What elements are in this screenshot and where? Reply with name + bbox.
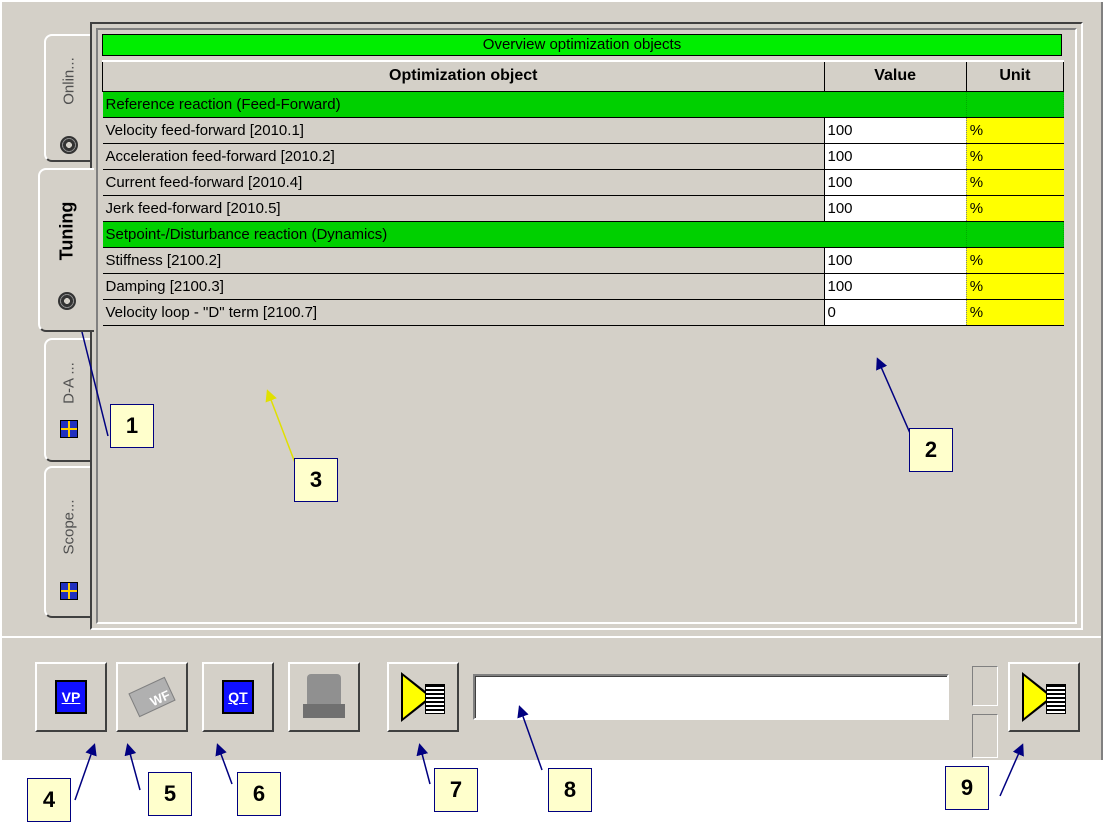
status-field[interactable]: [473, 674, 949, 720]
group-label: Reference reaction (Feed-Forward): [102, 91, 825, 118]
table-row[interactable]: Damping [2100.3] 100 %: [102, 273, 1064, 300]
unit-cell: %: [966, 247, 1064, 274]
table-header: Optimization object Value Unit: [102, 60, 1065, 92]
group-row: Setpoint-/Disturbance reaction (Dynamics…: [102, 221, 1065, 248]
tab-tuning-label: Tuning: [56, 201, 77, 261]
callout-5: 5: [148, 772, 192, 816]
value-field[interactable]: 100: [824, 247, 967, 274]
object-name: Jerk feed-forward [2010.5]: [102, 195, 825, 222]
qt-icon: QT: [222, 680, 254, 714]
table-row[interactable]: Jerk feed-forward [2010.5] 100 %: [102, 195, 1064, 222]
unit-cell: %: [966, 273, 1064, 300]
callout-3: 3: [294, 458, 338, 502]
tab-online[interactable]: Onlin...: [44, 34, 92, 162]
tab-scope[interactable]: Scope...: [44, 466, 92, 618]
play-list-icon: [401, 672, 445, 722]
wf-button[interactable]: WF: [116, 662, 188, 732]
callout-7: 7: [434, 768, 478, 812]
wf-chip-label: WF: [128, 676, 176, 718]
value-field[interactable]: 100: [824, 117, 967, 144]
callout-4: 4: [27, 778, 71, 822]
unit-cell: %: [966, 299, 1064, 326]
tuning-window: Onlin... Tuning D-A ... Scope... Overvie…: [0, 0, 1103, 760]
group-label: Setpoint-/Disturbance reaction (Dynamics…: [102, 221, 825, 248]
unit-cell: %: [966, 169, 1064, 196]
object-name: Stiffness [2100.2]: [102, 247, 825, 274]
value-field[interactable]: 100: [824, 273, 967, 300]
table-row[interactable]: Current feed-forward [2010.4] 100 %: [102, 169, 1064, 196]
chip-icon: WF: [128, 676, 176, 718]
object-name: Velocity feed-forward [2010.1]: [102, 117, 825, 144]
grid-icon: [60, 420, 78, 438]
play-list-icon: [1022, 672, 1066, 722]
qt-button[interactable]: QT: [202, 662, 274, 732]
table-row[interactable]: Velocity loop - "D" term [2100.7] 0 %: [102, 299, 1064, 326]
tab-scope-label: Scope...: [60, 499, 78, 555]
table-row[interactable]: Velocity feed-forward [2010.1] 100 %: [102, 117, 1064, 144]
value-field[interactable]: 100: [824, 195, 967, 222]
unit-cell: %: [966, 195, 1064, 222]
column-header-value[interactable]: Value: [823, 60, 967, 92]
object-name: Damping [2100.3]: [102, 273, 825, 300]
vertical-tab-strip: Onlin... Tuning D-A ... Scope...: [38, 32, 94, 632]
table-row[interactable]: Acceleration feed-forward [2010.2] 100 %: [102, 143, 1064, 170]
callout-6: 6: [237, 772, 281, 816]
unit-cell: %: [966, 143, 1064, 170]
tab-tuning[interactable]: Tuning: [38, 168, 94, 332]
callout-8: 8: [548, 768, 592, 812]
group-unit-cell: [966, 221, 1065, 248]
object-name: Current feed-forward [2010.4]: [102, 169, 825, 196]
computer-icon: [303, 674, 345, 720]
spin-down-button[interactable]: [972, 714, 998, 758]
group-value-cell: [824, 91, 967, 118]
computer-button[interactable]: [288, 662, 360, 732]
tab-online-label: Onlin...: [60, 56, 78, 105]
callout-1: 1: [110, 404, 154, 448]
gear-icon: [58, 292, 76, 310]
table-row[interactable]: Stiffness [2100.2] 100 %: [102, 247, 1064, 274]
optimization-table: Optimization object Value Unit Reference…: [102, 60, 1065, 326]
group-value-cell: [824, 221, 967, 248]
execute-all-button[interactable]: [1008, 662, 1080, 732]
tab-da-label: D-A ...: [60, 362, 78, 405]
optimization-panel: Overview optimization objects Optimizati…: [90, 22, 1083, 630]
value-field[interactable]: 0: [824, 299, 967, 326]
object-name: Acceleration feed-forward [2010.2]: [102, 143, 825, 170]
group-unit-cell: [966, 91, 1065, 118]
value-field[interactable]: 100: [824, 143, 967, 170]
spin-up-button[interactable]: [972, 666, 998, 706]
vp-button[interactable]: VP: [35, 662, 107, 732]
unit-cell: %: [966, 117, 1064, 144]
tab-da[interactable]: D-A ...: [44, 338, 92, 462]
callout-9: 9: [945, 766, 989, 810]
panel-title: Overview optimization objects: [102, 34, 1062, 56]
object-name: Velocity loop - "D" term [2100.7]: [102, 299, 825, 326]
gear-icon: [60, 136, 78, 154]
callout-2: 2: [909, 428, 953, 472]
vp-icon: VP: [55, 680, 87, 714]
value-field[interactable]: 100: [824, 169, 967, 196]
column-header-object[interactable]: Optimization object: [102, 60, 825, 92]
column-header-unit[interactable]: Unit: [965, 60, 1065, 92]
execute-button[interactable]: [387, 662, 459, 732]
grid-icon: [60, 582, 78, 600]
group-row: Reference reaction (Feed-Forward): [102, 91, 1065, 118]
